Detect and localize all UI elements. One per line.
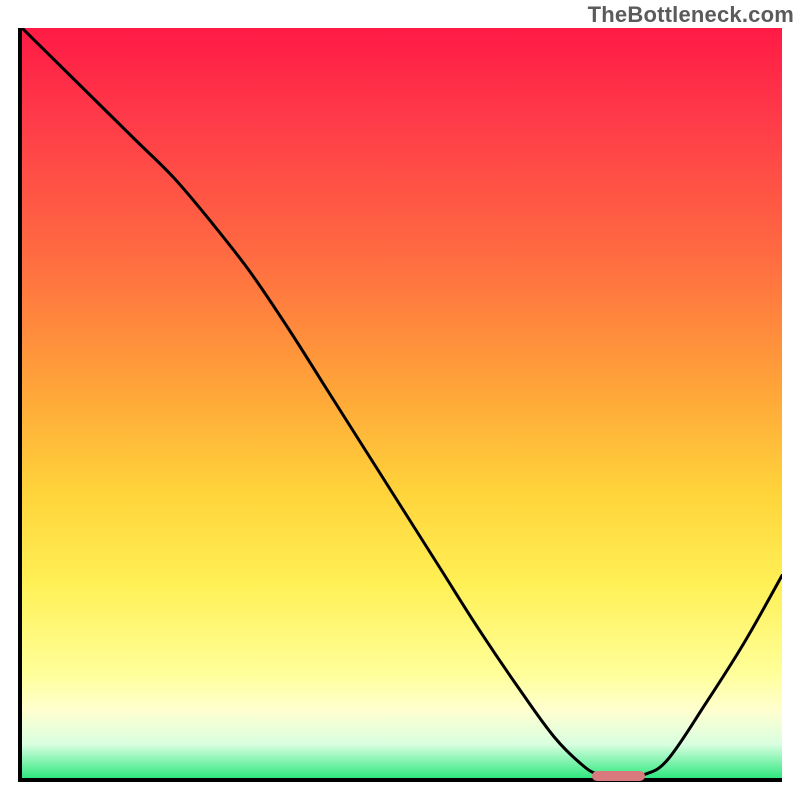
- chart-canvas: TheBottleneck.com: [0, 0, 800, 800]
- plot-area: [18, 28, 782, 782]
- bottleneck-curve: [22, 28, 782, 778]
- watermark-text: TheBottleneck.com: [588, 2, 794, 28]
- optimal-marker: [592, 771, 645, 781]
